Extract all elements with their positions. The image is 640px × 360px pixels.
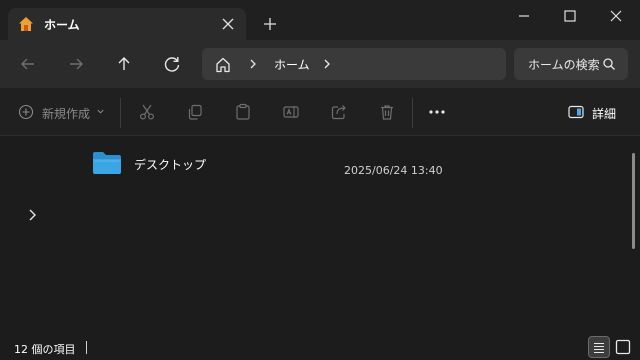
tiles-view-button[interactable]: [612, 336, 634, 358]
scrollbar[interactable]: [632, 153, 635, 249]
minimize-icon[interactable]: [514, 6, 534, 26]
chevron-right-icon[interactable]: [246, 57, 260, 71]
text-cursor: [86, 341, 87, 354]
tiles-view-icon: [615, 339, 631, 355]
file-modified-date: 2025/06/24 13:40: [344, 164, 443, 177]
item-count: 12 個の項目: [14, 343, 76, 356]
file-list: デスクトップ 2025/06/24 13:40: [0, 137, 640, 333]
command-bar: 新規作成 詳細: [0, 88, 640, 136]
tab-home[interactable]: ホーム: [8, 8, 246, 40]
forward-arrow-icon[interactable]: [64, 52, 88, 76]
search-placeholder: ホームの検索: [528, 58, 600, 72]
list-view-icon: [594, 342, 604, 354]
navigation-bar: ホーム ホームの検索: [0, 40, 640, 88]
address-bar[interactable]: ホーム: [202, 48, 506, 80]
new-button[interactable]: 新規作成: [14, 102, 114, 124]
delete-icon[interactable]: [378, 103, 396, 121]
more-options-icon[interactable]: [426, 102, 448, 122]
divider: [120, 98, 121, 128]
chevron-down-icon: [97, 109, 104, 114]
details-view-button[interactable]: [588, 336, 610, 358]
up-arrow-icon[interactable]: [112, 52, 136, 76]
details-label: 詳細: [592, 107, 617, 121]
maximize-icon[interactable]: [560, 6, 580, 26]
rename-icon[interactable]: [282, 103, 300, 121]
folder-icon: [93, 152, 121, 174]
paste-icon[interactable]: [234, 103, 252, 121]
details-pane-button[interactable]: 詳細: [566, 102, 626, 124]
breadcrumb-home[interactable]: ホーム: [274, 56, 310, 73]
chevron-right-icon[interactable]: [320, 57, 334, 71]
close-window-icon[interactable]: [606, 6, 626, 26]
list-item[interactable]: デスクトップ 2025/06/24 13:40: [84, 145, 454, 181]
divider: [412, 98, 413, 128]
copy-icon[interactable]: [186, 103, 204, 121]
close-tab-icon[interactable]: [218, 14, 238, 34]
home-icon[interactable]: [214, 56, 232, 74]
new-button-label: 新規作成: [42, 107, 91, 121]
share-icon[interactable]: [330, 103, 348, 121]
search-input[interactable]: ホームの検索: [514, 48, 628, 80]
status-bar: 12 個の項目: [0, 334, 640, 360]
title-bar: ホーム: [0, 0, 640, 40]
home-icon: [19, 17, 33, 31]
new-tab-icon[interactable]: [260, 14, 280, 34]
search-icon[interactable]: [602, 57, 616, 71]
plus-circle-icon: [18, 104, 34, 120]
refresh-icon[interactable]: [160, 52, 184, 76]
tab-title: ホーム: [44, 18, 80, 32]
back-arrow-icon[interactable]: [16, 52, 40, 76]
file-name: デスクトップ: [134, 158, 207, 172]
chevron-right-icon[interactable]: [24, 207, 40, 223]
details-pane-icon: [568, 105, 584, 119]
cut-icon[interactable]: [138, 103, 156, 121]
